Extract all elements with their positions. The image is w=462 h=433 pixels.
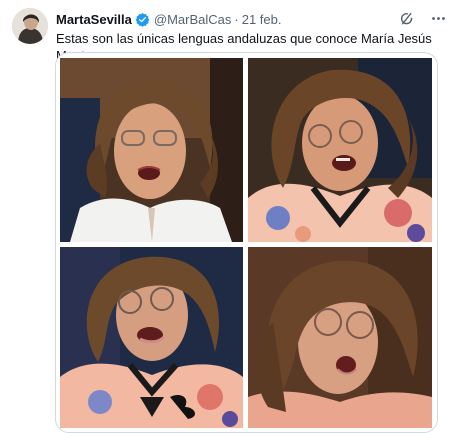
tweet-actions — [396, 8, 448, 28]
tweet: MartaSevilla @MarBalCas · 21 feb. Estas … — [0, 0, 462, 433]
handle[interactable]: @MarBalCas — [154, 12, 232, 27]
timestamp[interactable]: 21 feb. — [242, 12, 282, 27]
photo-top-left[interactable] — [60, 58, 243, 242]
photo-bottom-left[interactable] — [60, 247, 243, 428]
tweet-header: MartaSevilla @MarBalCas · 21 feb. — [56, 9, 452, 29]
display-name[interactable]: MartaSevilla — [56, 12, 132, 27]
grok-icon[interactable] — [396, 8, 416, 28]
photo-top-right[interactable] — [248, 58, 432, 242]
avatar[interactable] — [12, 8, 48, 44]
separator: · — [234, 11, 239, 27]
more-icon[interactable] — [428, 8, 448, 28]
verified-badge-icon — [135, 12, 150, 27]
photo-bottom-right[interactable] — [248, 247, 432, 428]
media-grid — [55, 52, 438, 433]
